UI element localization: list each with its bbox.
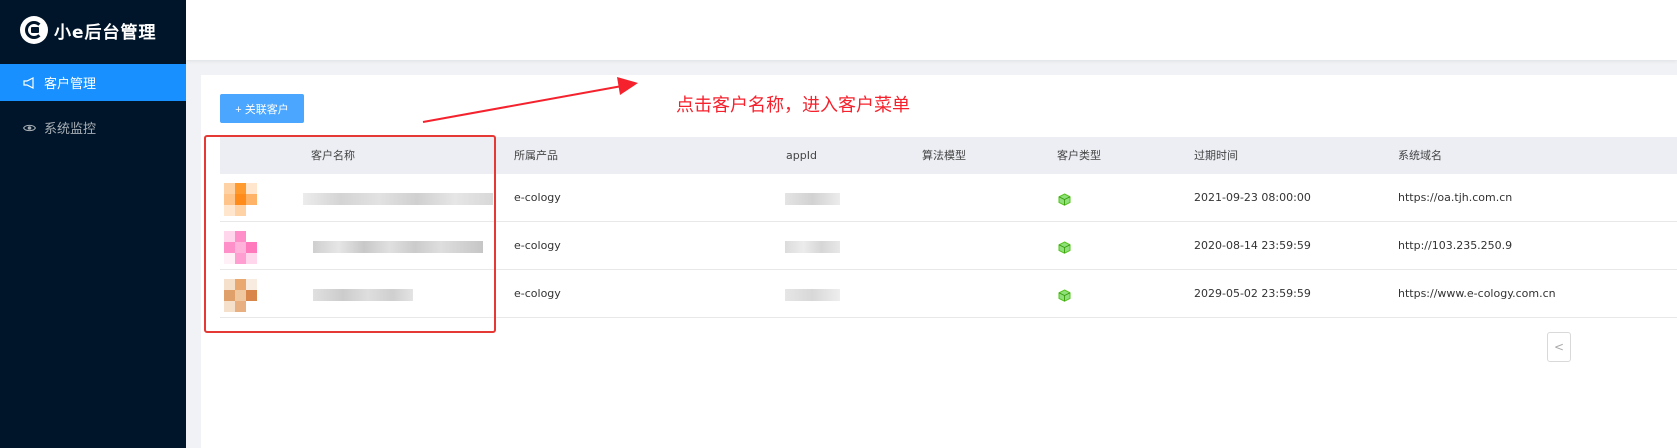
pagination-prev-button[interactable]: < [1547, 332, 1571, 362]
appid-cell [785, 241, 840, 253]
top-header [186, 0, 1677, 60]
product-cell: e-cology [514, 239, 561, 252]
eye-icon [22, 121, 36, 135]
product-cell: e-cology [514, 191, 561, 204]
logo-icon [20, 16, 48, 44]
column-header-appid: appId [786, 149, 817, 162]
appid-cell [785, 289, 840, 301]
logo[interactable]: 小e后台管理 [20, 15, 157, 45]
sidebar-item-customer-management[interactable]: 客户管理 [0, 64, 186, 101]
highlight-box [204, 135, 496, 333]
sidebar-item-label: 客户管理 [44, 77, 97, 92]
column-header-model: 算法模型 [922, 149, 966, 162]
sidebar: 小e后台管理 客户管理 系统监控 [0, 0, 186, 448]
product-cell: e-cology [514, 287, 561, 300]
column-header-expire-time: 过期时间 [1194, 149, 1238, 162]
expire-time-cell: 2029-05-02 23:59:59 [1194, 287, 1311, 300]
app-title: 小e后台管理 [54, 22, 157, 43]
annotation-text: 点击客户名称，进入客户菜单 [676, 95, 910, 116]
expire-time-cell: 2021-09-23 08:00:00 [1194, 191, 1311, 204]
cube-icon [1058, 239, 1071, 254]
add-customer-button[interactable]: + 关联客户 [220, 94, 304, 123]
domain-cell: http://103.235.250.9 [1398, 239, 1513, 252]
expire-time-cell: 2020-08-14 23:59:59 [1194, 239, 1311, 252]
appid-cell [785, 193, 840, 205]
cube-icon [1058, 191, 1071, 206]
domain-cell: https://www.e-cology.com.cn [1398, 287, 1556, 300]
cube-icon [1058, 287, 1071, 302]
megaphone-icon [22, 76, 36, 90]
domain-cell: https://oa.tjh.com.cn [1398, 191, 1513, 204]
column-header-product: 所属产品 [514, 149, 558, 162]
sidebar-item-system-monitor[interactable]: 系统监控 [0, 109, 186, 146]
column-header-customer-type: 客户类型 [1057, 149, 1101, 162]
sidebar-item-label: 系统监控 [44, 122, 97, 137]
column-header-domain: 系统域名 [1398, 149, 1442, 162]
